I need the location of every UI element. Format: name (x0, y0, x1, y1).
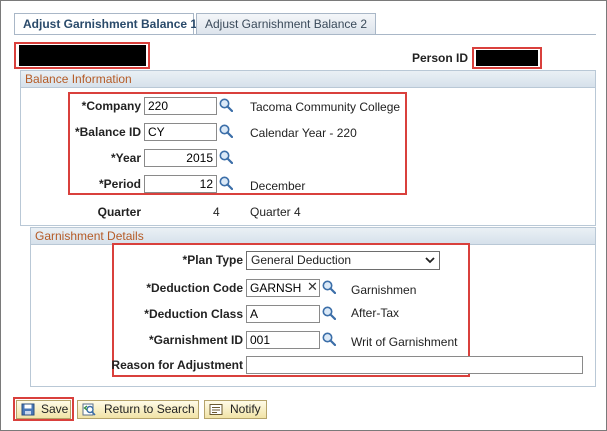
quarter-description: Quarter 4 (250, 205, 301, 219)
plan-type-select[interactable]: General Deduction (246, 251, 440, 270)
year-input[interactable] (144, 149, 217, 167)
plan-type-label: *Plan Type (182, 253, 243, 267)
deduction-code-label: *Deduction Code (146, 281, 243, 295)
notify-button[interactable]: Notify (204, 400, 267, 419)
deduction-class-description: After-Tax (351, 306, 400, 320)
balance-id-description: Calendar Year - 220 (250, 126, 357, 140)
notify-icon (209, 404, 223, 415)
clear-x-icon[interactable]: ✕ (307, 279, 318, 295)
return-search-icon (82, 403, 96, 416)
deduction-code-description: Garnishmen (351, 283, 417, 297)
deduction-code-lookup-icon[interactable] (322, 280, 336, 294)
deduction-class-lookup-icon[interactable] (322, 306, 336, 320)
balance-id-label: *Balance ID (74, 125, 141, 139)
highlight-box-person-id (472, 47, 542, 69)
deduction-class-input[interactable] (246, 305, 320, 323)
return-to-search-label: Return to Search (104, 402, 195, 416)
deduction-class-label: *Deduction Class (144, 307, 243, 321)
reason-for-adjustment-input[interactable] (246, 356, 583, 374)
garnishment-id-input[interactable] (246, 331, 320, 349)
balance-id-input[interactable] (144, 123, 217, 141)
notify-label: Notify (230, 402, 261, 416)
person-id-label: Person ID (411, 51, 468, 65)
company-input[interactable] (144, 97, 217, 115)
plan-type-value: General Deduction (251, 253, 352, 267)
period-description: December (250, 179, 306, 193)
tab-adjust-garnishment-balance-1[interactable]: Adjust Garnishment Balance 1 (14, 13, 197, 35)
highlight-box-name (14, 42, 150, 69)
quarter-label: Quarter (97, 205, 141, 219)
company-label: *Company (81, 99, 141, 113)
tab-divider (14, 34, 596, 35)
company-lookup-icon[interactable] (219, 98, 233, 112)
balance-information-title: Balance Information (21, 71, 595, 88)
return-to-search-button[interactable]: Return to Search (77, 400, 199, 419)
quarter-value: 4 (213, 205, 220, 219)
period-label: *Period (98, 177, 141, 191)
period-lookup-icon[interactable] (219, 176, 233, 190)
save-disk-icon (21, 403, 35, 416)
garnishment-id-description: Writ of Garnishment (351, 335, 458, 349)
garnishment-id-lookup-icon[interactable] (322, 332, 336, 346)
tab-adjust-garnishment-balance-2[interactable]: Adjust Garnishment Balance 2 (196, 13, 376, 34)
company-description: Tacoma Community College (250, 100, 401, 114)
reason-for-adjustment-label: Reason for Adjustment (111, 358, 243, 372)
period-input[interactable] (144, 175, 217, 193)
year-label: *Year (110, 151, 141, 165)
chevron-down-icon (425, 257, 435, 264)
year-lookup-icon[interactable] (219, 150, 233, 164)
balance-id-lookup-icon[interactable] (219, 124, 233, 138)
save-button[interactable]: Save (16, 400, 71, 419)
garnishment-id-label: *Garnishment ID (148, 333, 243, 347)
save-label: Save (41, 402, 69, 416)
